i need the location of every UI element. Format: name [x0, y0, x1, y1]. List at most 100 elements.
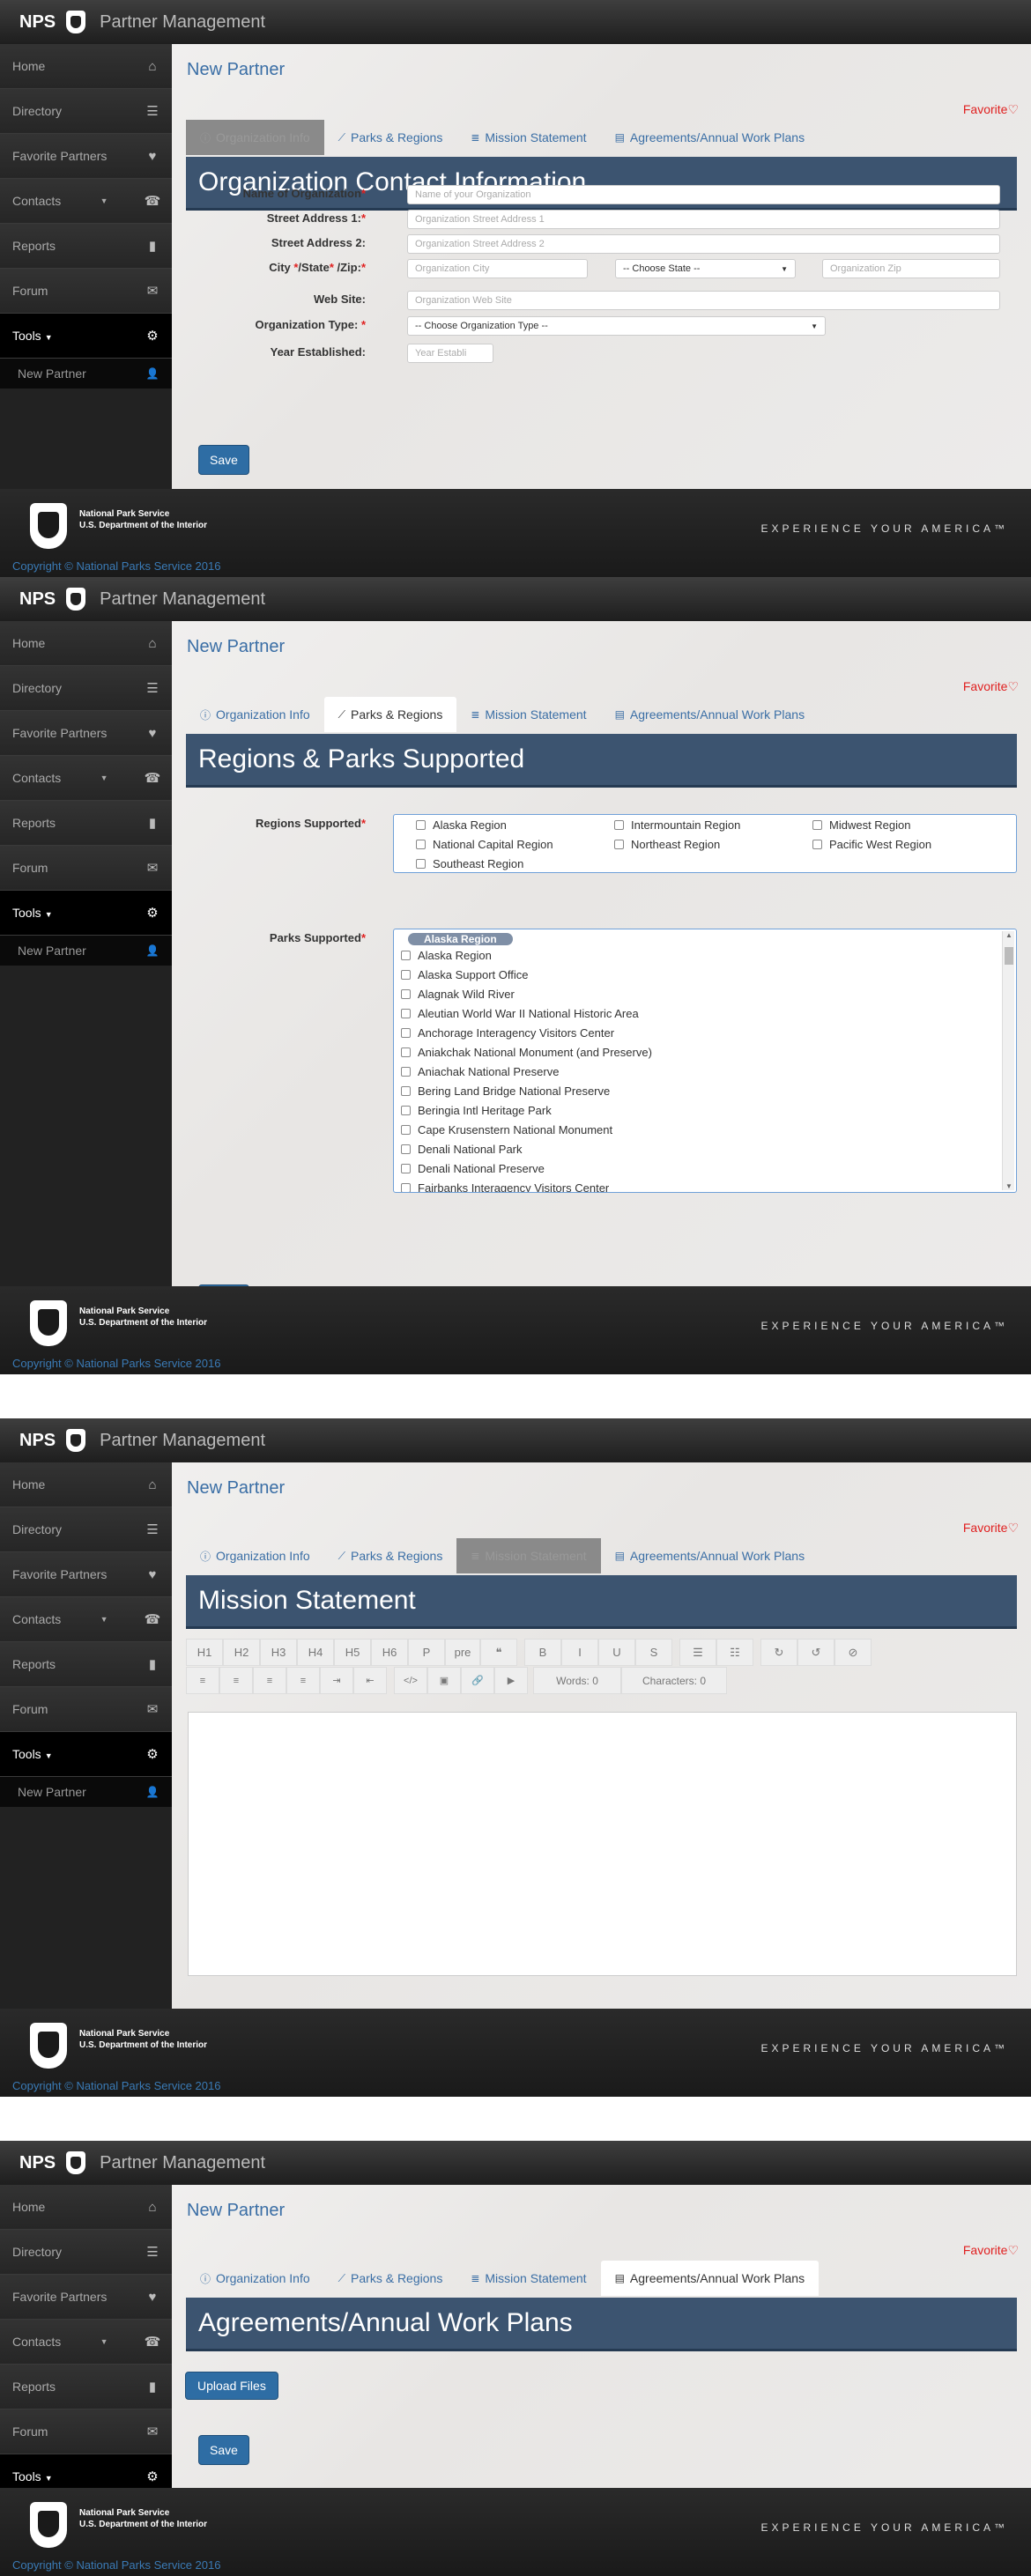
scroll-up-icon[interactable]: ▲: [1005, 931, 1012, 939]
sidebar-item-forum[interactable]: Forum ✉: [0, 846, 172, 891]
sidebar-item-directory[interactable]: Directory ☰: [0, 666, 172, 711]
checkbox[interactable]: [401, 989, 411, 999]
region-checkbox-alaska-region[interactable]: Alaska Region: [416, 818, 507, 832]
organization-name-input[interactable]: Name of your Organization: [407, 185, 1000, 204]
tab-organization-info[interactable]: ⓘ Organization Info: [186, 697, 324, 732]
tab-organization-info[interactable]: ⓘ Organization Info: [186, 120, 324, 155]
toolbar-button-1[interactable]: H2: [223, 1639, 260, 1666]
sidebar-item-reports[interactable]: Reports ▮: [0, 224, 172, 269]
region-checkbox-pacific-west-region[interactable]: Pacific West Region: [812, 838, 931, 851]
tab-parks-regions[interactable]: ⟋ Parks & Regions: [323, 697, 457, 732]
toolbar-button-7[interactable]: pre: [445, 1639, 480, 1666]
toolbar-button-row2-0[interactable]: ≡: [186, 1667, 219, 1694]
sidebar-item-favorite-partners[interactable]: Favorite Partners ♥: [0, 1552, 172, 1597]
tab-mission-statement[interactable]: ≣ Mission Statement: [456, 2261, 600, 2296]
region-checkbox-midwest-region[interactable]: Midwest Region: [812, 818, 911, 832]
zip-input[interactable]: Organization Zip: [822, 259, 1000, 278]
favorite-link[interactable]: Favorite♡: [963, 679, 1019, 694]
sidebar-item-reports[interactable]: Reports ▮: [0, 1642, 172, 1687]
tab-agreements-annual-work-plans[interactable]: ▤ Agreements/Annual Work Plans: [601, 1538, 820, 1573]
checkbox[interactable]: [401, 970, 411, 980]
save-button[interactable]: Save: [198, 445, 249, 475]
sidebar-item-reports[interactable]: Reports ▮: [0, 2365, 172, 2409]
checkbox[interactable]: [401, 1009, 411, 1018]
save-button[interactable]: Save: [198, 2435, 249, 2465]
checkbox[interactable]: [401, 1164, 411, 1173]
sidebar-item-forum[interactable]: Forum ✉: [0, 269, 172, 314]
copyright-link[interactable]: Copyright © National Parks Service 2016: [12, 2558, 220, 2572]
region-checkbox-southeast-region[interactable]: Southeast Region: [416, 857, 523, 870]
toolbar-button-9[interactable]: B: [524, 1639, 561, 1666]
park-checkbox-item[interactable]: Aleutian World War II National Historic …: [401, 1007, 639, 1020]
checkbox[interactable]: [401, 1047, 411, 1057]
toolbar-button-row2-5[interactable]: ⇤: [353, 1667, 387, 1694]
scroll-thumb[interactable]: [1005, 947, 1013, 965]
sidebar-item-new-partner[interactable]: New Partner 👤: [0, 936, 172, 966]
park-checkbox-item[interactable]: Anchorage Interagency Visitors Center: [401, 1026, 614, 1040]
toolbar-button-4[interactable]: H5: [334, 1639, 371, 1666]
checkbox[interactable]: [812, 840, 822, 849]
park-checkbox-item[interactable]: Bering Land Bridge National Preserve: [401, 1084, 610, 1098]
brand-link[interactable]: NPS: [19, 2153, 56, 2173]
sidebar-item-forum[interactable]: Forum ✉: [0, 2409, 172, 2454]
toolbar-button-0[interactable]: H1: [186, 1639, 223, 1666]
tab-agreements-annual-work-plans[interactable]: ▤ Agreements/Annual Work Plans: [600, 2261, 820, 2296]
tab-organization-info[interactable]: ⓘ Organization Info: [186, 1538, 324, 1573]
checkbox[interactable]: [401, 1183, 411, 1192]
street-address-2-input[interactable]: Organization Street Address 2: [407, 234, 1000, 254]
sidebar-item-reports[interactable]: Reports ▮: [0, 801, 172, 846]
toolbar-button-row2-9[interactable]: ▶: [494, 1667, 528, 1694]
sidebar-item-favorite-partners[interactable]: Favorite Partners ♥: [0, 711, 172, 756]
brand-link[interactable]: NPS: [19, 589, 56, 610]
sidebar-item-home[interactable]: Home ⌂: [0, 1462, 172, 1507]
checkbox[interactable]: [614, 820, 624, 830]
toolbar-button-16[interactable]: ↺: [797, 1639, 834, 1666]
park-checkbox-item[interactable]: Alaska Support Office: [401, 968, 529, 981]
checkbox[interactable]: [401, 951, 411, 960]
park-checkbox-item[interactable]: Cape Krusenstern National Monument: [401, 1123, 612, 1136]
sidebar-item-new-partner[interactable]: New Partner 👤: [0, 1777, 172, 1807]
tab-agreements-annual-work-plans[interactable]: ▤ Agreements/Annual Work Plans: [601, 697, 820, 732]
region-checkbox-northeast-region[interactable]: Northeast Region: [614, 838, 720, 851]
toolbar-button-row2-1[interactable]: ≡: [219, 1667, 253, 1694]
sidebar-item-contacts[interactable]: Contacts ▼ ☎: [0, 2320, 172, 2365]
sidebar-item-forum[interactable]: Forum ✉: [0, 1687, 172, 1732]
park-checkbox-item[interactable]: Alagnak Wild River: [401, 988, 515, 1001]
region-checkbox-national-capital-region[interactable]: National Capital Region: [416, 838, 553, 851]
website-input[interactable]: Organization Web Site: [407, 291, 1000, 310]
organization-type-select[interactable]: -- Choose Organization Type -- ▼: [407, 316, 826, 336]
year-established-input[interactable]: Year Establi: [407, 344, 493, 363]
park-checkbox-item[interactable]: Fairbanks Interagency Visitors Center: [401, 1181, 609, 1192]
park-checkbox-item[interactable]: Denali National Park: [401, 1143, 523, 1156]
sidebar-item-home[interactable]: Home ⌂: [0, 2185, 172, 2230]
scroll-down-icon[interactable]: ▼: [1005, 1182, 1012, 1190]
copyright-link[interactable]: Copyright © National Parks Service 2016: [12, 559, 220, 573]
tab-parks-regions[interactable]: ⟋ Parks & Regions: [324, 120, 457, 155]
toolbar-button-row2-8[interactable]: 🔗: [461, 1667, 494, 1694]
sidebar-item-favorite-partners[interactable]: Favorite Partners ♥: [0, 2275, 172, 2320]
tab-organization-info[interactable]: ⓘ Organization Info: [186, 2261, 324, 2296]
toolbar-button-6[interactable]: P: [408, 1639, 445, 1666]
sidebar-item-home[interactable]: Home ⌂: [0, 621, 172, 666]
toolbar-button-5[interactable]: H6: [371, 1639, 408, 1666]
parks-scrollbar[interactable]: ▲ ▼: [1002, 931, 1014, 1190]
sidebar-item-directory[interactable]: Directory ☰: [0, 2230, 172, 2275]
favorite-link[interactable]: Favorite♡: [963, 2243, 1019, 2258]
sidebar-item-tools[interactable]: Tools ▼ ⚙: [0, 314, 172, 359]
street-address-1-input[interactable]: Organization Street Address 1: [407, 210, 1000, 229]
toolbar-button-12[interactable]: S: [635, 1639, 672, 1666]
tab-mission-statement[interactable]: ≣ Mission Statement: [456, 697, 600, 732]
sidebar-item-tools[interactable]: Tools ▼ ⚙: [0, 1732, 172, 1777]
state-select[interactable]: -- Choose State -- ▼: [615, 259, 796, 278]
region-checkbox-intermountain-region[interactable]: Intermountain Region: [614, 818, 740, 832]
checkbox[interactable]: [401, 1067, 411, 1077]
city-input[interactable]: Organization City: [407, 259, 588, 278]
toolbar-button-2[interactable]: H3: [260, 1639, 297, 1666]
sidebar-item-contacts[interactable]: Contacts ▼ ☎: [0, 756, 172, 801]
brand-link[interactable]: NPS: [19, 12, 56, 33]
sidebar-item-home[interactable]: Home ⌂: [0, 44, 172, 89]
favorite-link[interactable]: Favorite♡: [963, 1521, 1019, 1536]
park-checkbox-item[interactable]: Aniakchak National Monument (and Preserv…: [401, 1046, 652, 1059]
toolbar-button-3[interactable]: H4: [297, 1639, 334, 1666]
toolbar-button-10[interactable]: I: [561, 1639, 598, 1666]
